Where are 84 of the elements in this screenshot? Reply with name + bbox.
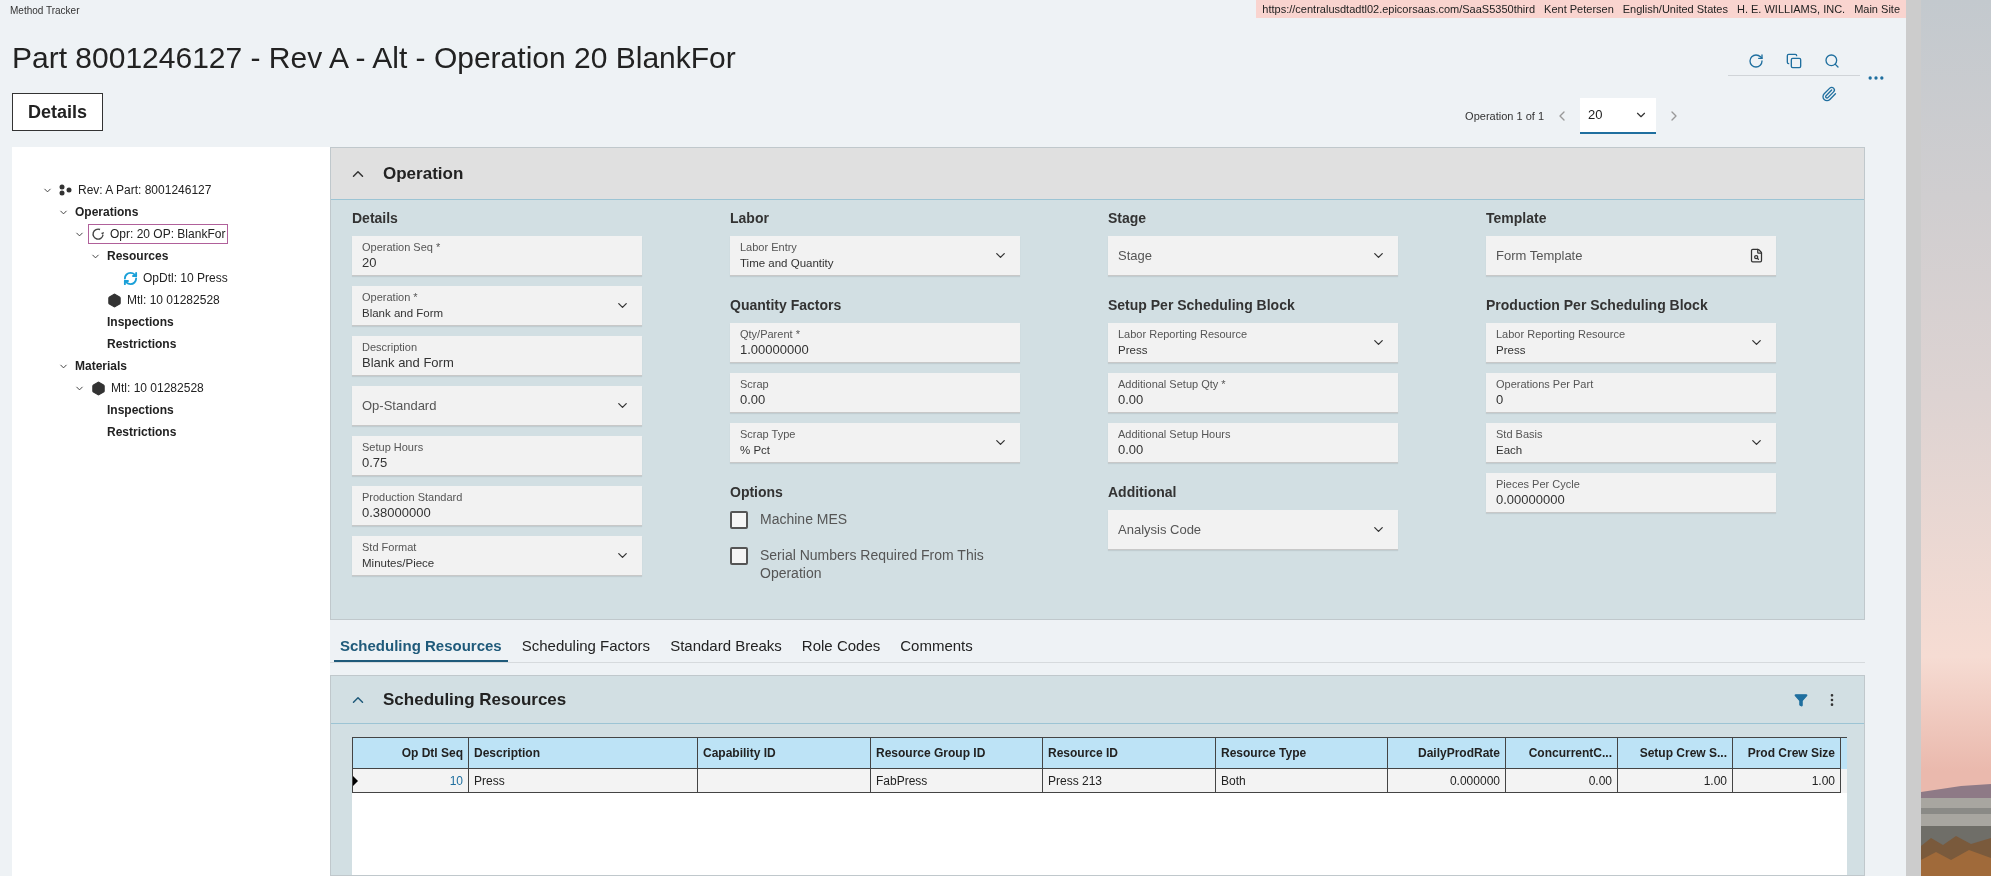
refresh-icon[interactable] xyxy=(1748,52,1764,69)
tree-item[interactable]: Mtl: 10 01282528 xyxy=(104,290,223,310)
input-field[interactable]: Operation Seq * 20 xyxy=(352,236,642,276)
input-field[interactable]: Pieces Per Cycle 0.00000000 xyxy=(1486,473,1776,513)
session-info: https://centralusdtadtl02.epicorsaas.com/SaaS5350third xyxy=(1262,1,1536,17)
checkbox-option[interactable]: Machine MES xyxy=(730,510,1108,534)
dropdown-field[interactable]: Std Format Minutes/Piece xyxy=(352,536,642,576)
input-field[interactable]: Additional Setup Hours 0.00 xyxy=(1108,423,1398,463)
tree-item[interactable]: Mtl: 10 01282528 xyxy=(88,378,207,398)
session-info: H. E. WILLIAMS, INC. xyxy=(1736,1,1846,17)
dropdown-field[interactable]: Labor Reporting Resource Press xyxy=(1108,323,1398,363)
input-field[interactable]: Operations Per Part 0 xyxy=(1486,373,1776,413)
record-counter: Operation 1 of 1 xyxy=(1465,108,1544,124)
section-heading: Labor xyxy=(730,209,770,228)
tab[interactable]: Scheduling Resources xyxy=(334,634,508,662)
dropdown-field[interactable]: Stage xyxy=(1108,236,1398,276)
table-cell: 1.00 xyxy=(1733,769,1841,793)
input-field[interactable]: Additional Setup Qty * 0.00 xyxy=(1108,373,1398,413)
input-field[interactable]: Production Standard 0.38000000 xyxy=(352,486,642,526)
input-field[interactable]: Setup Hours 0.75 xyxy=(352,436,642,476)
refresh-icon xyxy=(123,270,138,286)
table-cell: 1.00 xyxy=(1618,769,1733,793)
session-info: Main Site xyxy=(1854,1,1900,17)
tab[interactable]: Comments xyxy=(894,634,979,662)
session-info: English/United States xyxy=(1622,1,1728,17)
paperclip-icon[interactable] xyxy=(1821,86,1837,102)
app-title: Method Tracker xyxy=(9,4,80,18)
dropdown-field[interactable]: Operation * Blank and Form xyxy=(352,286,642,326)
tree-item[interactable]: Resources xyxy=(104,246,172,266)
hexagon-icon xyxy=(107,292,122,308)
dots-icon xyxy=(59,184,73,196)
tree-item[interactable]: Opr: 20 OP: BlankFor xyxy=(88,224,229,244)
section-heading: Stage xyxy=(1108,209,1148,228)
scrollbar[interactable] xyxy=(1906,0,1921,876)
table-cell: 0.00 xyxy=(1506,769,1618,793)
search-icon[interactable] xyxy=(1749,248,1764,263)
section-heading: Template xyxy=(1486,209,1548,228)
table-cell: FabPress xyxy=(871,769,1043,793)
details-button[interactable]: Details xyxy=(12,93,103,131)
table-cell: 0.000000 xyxy=(1388,769,1506,793)
section-heading: Quantity Factors xyxy=(730,296,843,315)
lookup-field[interactable]: Form Template xyxy=(1486,236,1776,276)
tree-item[interactable]: Inspections xyxy=(104,400,177,420)
panel-title: Scheduling Resources xyxy=(383,688,568,711)
filter-icon[interactable] xyxy=(1794,692,1808,707)
table-cell: Press xyxy=(469,769,698,793)
tree-item[interactable]: Rev: A Part: 8001246127 xyxy=(56,180,215,200)
input-field[interactable]: Scrap 0.00 xyxy=(730,373,1020,413)
input-field[interactable]: Qty/Parent * 1.00000000 xyxy=(730,323,1020,363)
checkbox-option[interactable]: Serial Numbers Required From This Operation xyxy=(730,546,1108,582)
table-cell: 10 xyxy=(353,769,469,793)
dropdown-field[interactable]: Scrap Type % Pct xyxy=(730,423,1020,463)
circular-arrow-icon xyxy=(91,227,105,241)
input-field[interactable]: Description Blank and Form xyxy=(352,336,642,376)
checkbox[interactable] xyxy=(730,547,748,565)
tree-item[interactable]: Operations xyxy=(72,202,142,222)
tree-item[interactable]: Restrictions xyxy=(104,422,180,442)
section-heading: Options xyxy=(730,483,784,502)
section-heading: Production Per Scheduling Block xyxy=(1486,296,1709,315)
section-heading: Setup Per Scheduling Block xyxy=(1108,296,1296,315)
dropdown-field[interactable]: Analysis Code xyxy=(1108,510,1398,550)
dropdown-field[interactable]: Std Basis Each xyxy=(1486,423,1776,463)
dropdown-field[interactable]: Labor Entry Time and Quantity xyxy=(730,236,1020,276)
tab[interactable]: Scheduling Factors xyxy=(515,634,657,662)
tree-item[interactable]: Materials xyxy=(72,356,131,376)
session-info: Kent Petersen xyxy=(1544,1,1614,17)
tab[interactable]: Standard Breaks xyxy=(664,634,788,662)
panel-title: Operation xyxy=(383,162,464,185)
tree-item[interactable]: Inspections xyxy=(104,312,177,332)
table-cell: Both xyxy=(1216,769,1388,793)
copy-icon[interactable] xyxy=(1786,52,1802,69)
tab[interactable]: Role Codes xyxy=(795,634,887,662)
record-dropdown[interactable]: 20 xyxy=(1580,98,1656,134)
dropdown-field[interactable]: Op-Standard xyxy=(352,386,642,426)
checkbox[interactable] xyxy=(730,511,748,529)
search-icon[interactable] xyxy=(1824,52,1840,69)
page-title: Part 8001246127 - Rev A - Alt - Operation 20 BlankFor xyxy=(12,40,736,76)
tree-item[interactable]: Restrictions xyxy=(104,334,180,354)
hexagon-icon xyxy=(91,380,106,396)
tree-item[interactable]: OpDtl: 10 Press xyxy=(120,268,231,288)
section-heading: Additional xyxy=(1108,483,1178,502)
section-heading: Details xyxy=(352,209,399,228)
table-cell: Press 213 xyxy=(1043,769,1216,793)
dropdown-field[interactable]: Labor Reporting Resource Press xyxy=(1486,323,1776,363)
